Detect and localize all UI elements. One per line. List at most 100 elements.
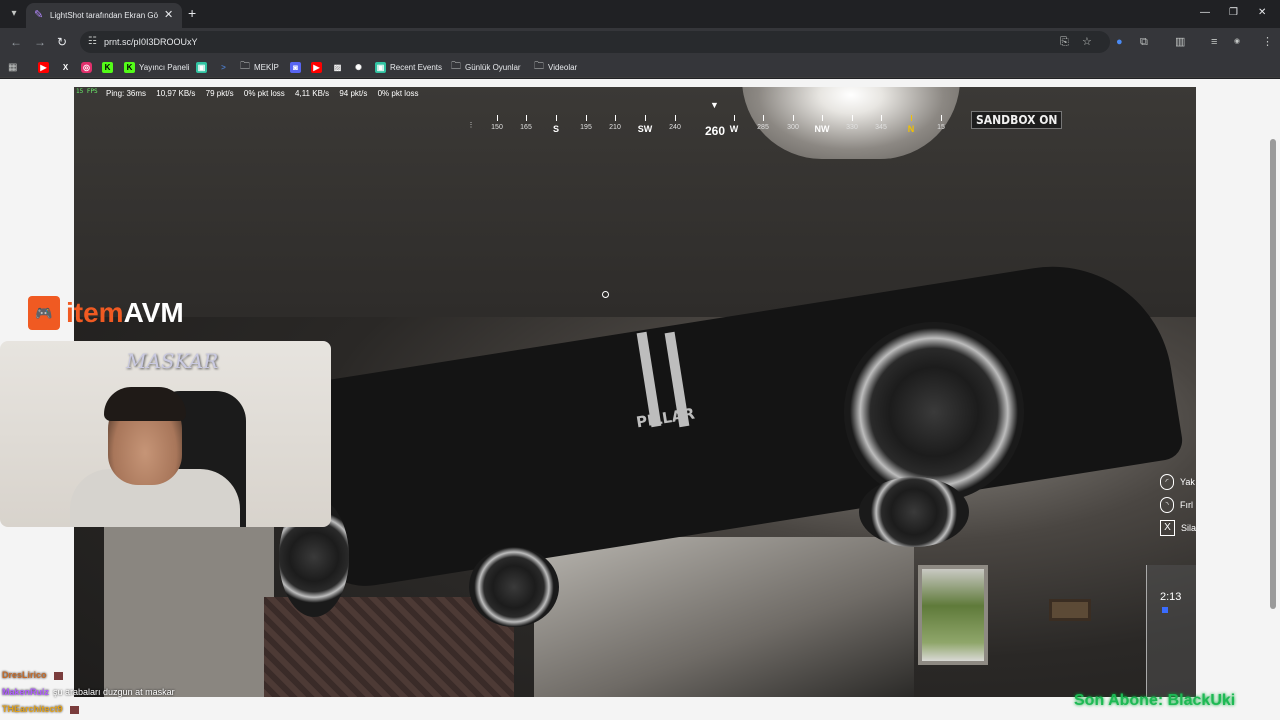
bookmark-label: Videolar (548, 62, 578, 72)
compass-tick (586, 115, 587, 121)
discord-icon: ◙ (290, 61, 301, 73)
chat-username: THEarchitect9 (2, 704, 63, 714)
download-rate: 10,97 KB/s (156, 89, 196, 98)
wall-picture (1049, 599, 1091, 621)
fps-counter: 15 FPS (76, 88, 98, 95)
bookmark-folder-videolar[interactable]: 🗀 Videolar (534, 60, 577, 74)
extension-shield-icon[interactable]: ● (1116, 34, 1123, 50)
bookmark-yayinci-paneli[interactable]: K Yayıncı Paneli (124, 60, 190, 74)
bookmark-terminal[interactable]: > (218, 60, 229, 74)
house-window (918, 565, 988, 665)
compass-label: 15 (937, 124, 945, 131)
mouse-right-icon: ◝ (1160, 497, 1174, 513)
compass-menu-icon: ⋮ (467, 122, 475, 129)
compass-tick (822, 115, 823, 121)
bookmark-instagram[interactable]: ◎ (81, 60, 92, 74)
back-icon[interactable]: ← (10, 34, 22, 50)
site-info-icon[interactable]: ☷ (88, 35, 97, 49)
streamer-hair (104, 387, 186, 421)
close-tab-icon[interactable]: ✕ (164, 8, 173, 22)
chat-username: DresLirico (2, 670, 47, 680)
new-tab-button[interactable]: + (188, 5, 196, 21)
extensions-puzzle-icon[interactable]: ⧉ (1140, 34, 1148, 50)
compass-bearing: 260 (704, 124, 726, 138)
bookmark-discord[interactable]: ◙ (290, 60, 301, 74)
chat-message: DresLirico (2, 670, 63, 680)
forward-icon[interactable]: → (34, 34, 46, 50)
terminal-icon: > (221, 62, 226, 72)
sponsor-logo: 🎮 item AVM (28, 293, 184, 333)
bookmark-star-icon[interactable]: ☆ (1082, 35, 1092, 49)
profile-avatar[interactable]: ◉ (1234, 34, 1240, 50)
compass-tick (941, 115, 942, 121)
chat-message: MakenRuiz şu arabaları duzgun at maskar (2, 687, 175, 697)
bookmark-kick[interactable]: K (102, 60, 113, 74)
bookmark-image[interactable]: ▨ (332, 60, 343, 74)
emote-icon (53, 671, 63, 680)
compass-tick (615, 115, 616, 121)
folder-icon: 🗀 (451, 60, 461, 72)
shopping-bag-icon: 🎮 (28, 296, 60, 330)
page-scrollbar[interactable] (1270, 139, 1276, 609)
compass-tick (734, 115, 735, 121)
chat-username: MakenRuiz (2, 687, 50, 697)
chat-message: THEarchitect9 (2, 704, 79, 714)
folder-icon: 🗀 (534, 60, 544, 72)
lightshot-icon: ✎ (34, 9, 44, 21)
bookmark-openai[interactable]: ✺ (353, 60, 364, 74)
compass-tick (556, 115, 557, 121)
hint-label: Sila (1181, 523, 1196, 533)
control-hint: ◜ Yak (1160, 474, 1195, 490)
crosshair-icon (602, 291, 609, 298)
apps-grid-icon[interactable]: ▦ (8, 60, 17, 74)
bookmark-folder-mekip[interactable]: 🗀 MEKİP (240, 60, 279, 74)
youtube-icon: ▶ (38, 61, 49, 73)
sandbox-badge: SANDBOX ON (971, 111, 1063, 129)
reload-icon[interactable]: ↻ (57, 34, 67, 50)
url-text[interactable]: prnt.sc/pI0I3DROOUxY (104, 35, 198, 49)
reading-list-icon[interactable]: ≡ (1211, 34, 1217, 50)
download-loss: 0% pkt loss (243, 89, 285, 98)
x-icon: X (62, 62, 69, 72)
address-bar[interactable]: ☷ prnt.sc/pI0I3DROOUxY ⎘ ☆ (80, 31, 1110, 53)
close-window-icon[interactable]: ✕ (1258, 6, 1266, 20)
compass-label: 345 (875, 124, 887, 131)
browser-tab[interactable]: ✎ LightShot tarafından Ekran Görüntüsü ✕ (26, 3, 182, 28)
bookmark-recent-events[interactable]: ▣ Recent Events (375, 60, 442, 74)
youtube-icon: ▶ (311, 61, 322, 73)
network-stats: Ping: 36ms 10,97 KB/s 79 pkt/s 0% pkt lo… (106, 89, 427, 98)
compass-label: SW (637, 124, 653, 134)
bookmark-youtube[interactable]: ▶ (38, 60, 49, 74)
logo-text-avm: AVM (123, 297, 184, 328)
kick-icon: K (124, 61, 135, 73)
side-panel-icon[interactable]: ▥ (1175, 34, 1185, 50)
bookmark-label: Yayıncı Paneli (139, 62, 190, 72)
hint-label: Fırl (1180, 500, 1193, 510)
car-wheel (844, 322, 1024, 502)
tab-search-icon[interactable]: ▾ (6, 6, 22, 22)
compass-label: 165 (520, 124, 532, 131)
compass-tick (852, 115, 853, 121)
staircase (534, 537, 914, 697)
restore-icon[interactable]: ❐ (1229, 6, 1238, 20)
install-app-icon[interactable]: ⎘ (1060, 35, 1069, 49)
bookmark-folder-gunluk-oyunlar[interactable]: 🗀 Günlük Oyunlar (451, 60, 521, 74)
emote-icon (69, 705, 79, 714)
browser-toolbar: ← → ↻ ☷ prnt.sc/pI0I3DROOUxY ⎘ ☆ ● ⧉ ▥ ≡… (0, 28, 1280, 56)
bookmark-streamlabs[interactable]: ▣ (196, 60, 207, 74)
webcam-name-tag: MASKAR (126, 349, 219, 373)
mouse-left-icon: ◜ (1160, 474, 1174, 490)
minimize-icon[interactable]: — (1200, 6, 1210, 20)
compass-label: NW (814, 124, 830, 134)
bookmark-youtube-2[interactable]: ▶ (311, 60, 322, 74)
compass-tick (793, 115, 794, 121)
compass-tick (526, 115, 527, 121)
compass-tick (911, 115, 912, 121)
bookmark-label: Recent Events (390, 62, 443, 72)
car-wheel (859, 477, 969, 547)
bookmark-x[interactable]: X (60, 60, 71, 74)
menu-kebab-icon[interactable]: ⋮ (1262, 34, 1273, 50)
latest-subscriber-ticker: Son Abone: BlackUki (1074, 692, 1236, 709)
compass-tick (881, 115, 882, 121)
bookmark-label: Günlük Oyunlar (465, 62, 521, 72)
